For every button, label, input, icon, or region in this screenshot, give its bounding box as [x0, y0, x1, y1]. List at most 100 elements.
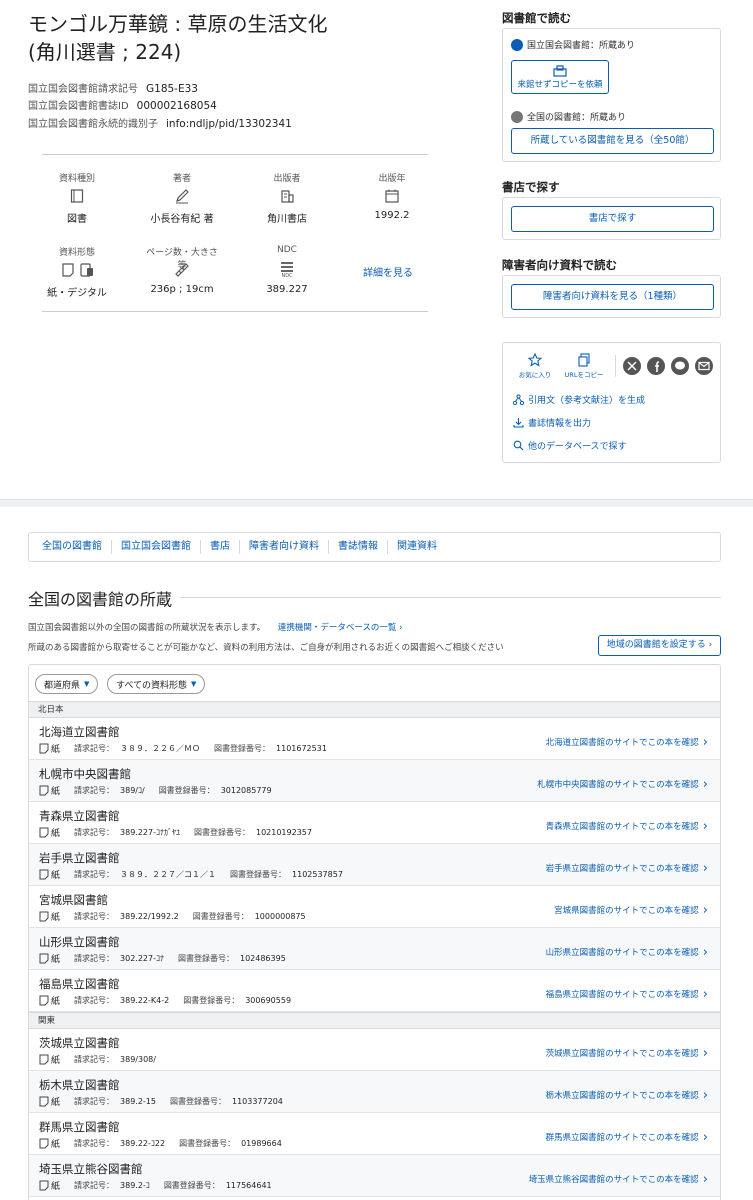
- paper-icon: [39, 743, 49, 754]
- holding-details: 紙 請求記号： 389/ｺ/図書登録番号： 3012085779: [39, 784, 272, 797]
- biblio-form: 資料形態 紙・デジタル: [37, 245, 117, 299]
- region-header: 北日本: [29, 701, 720, 718]
- holdings-list: 都道府県 ▼ すべての資料形態 ▼ 北日本 北海道立図書館紙請求記号： ３８９．２２６／…: [28, 664, 721, 1200]
- library-site-link[interactable]: 岩手県立図書館のサイトでこの本を確認: [546, 860, 708, 875]
- table-row: 宮城県図書館紙 請求記号： 389.22/1992.2 図書登録番号： 10000008…: [29, 886, 720, 928]
- tab-all-libraries[interactable]: 全国の図書館: [33, 540, 112, 554]
- detail-link[interactable]: 詳細を見る: [363, 264, 413, 279]
- table-row: 北海道立図書館紙 請求記号： ３８９．２２６／ＭＯ 図書登録番号： 1101672531…: [29, 718, 720, 760]
- biblio-ndc-value: 389.227: [266, 284, 308, 295]
- library-site-link[interactable]: 群馬県立図書館のサイトでこの本を確認: [546, 1129, 708, 1144]
- call-number: 389.22-ｺ22: [120, 1139, 166, 1148]
- section-tabs: 全国の図書館 国立国会図書館 書店 障害者向け資料 書誌情報 関連資料: [28, 532, 721, 562]
- registration-label: 図書登録番号：: [193, 828, 250, 837]
- material-type: 紙: [51, 955, 61, 965]
- title-main: モンゴル万華鏡 : 草原の生活文化: [28, 12, 328, 36]
- holding-details: 紙 請求記号： ３８９．２２７／コ１／１ 図書登録番号： 1102537857: [39, 868, 343, 881]
- meta-persistent-id: 国立国会図書館永続的識別子 info:ndljp/pid/13302341: [28, 115, 292, 130]
- meta-label: 国立国会図書館請求記号: [28, 84, 138, 95]
- facebook-share-icon[interactable]: [647, 357, 665, 375]
- biblio-form-label: 資料形態: [58, 248, 95, 258]
- tab-disability[interactable]: 障害者向け資料: [240, 540, 329, 554]
- prefecture-filter[interactable]: 都道府県 ▼: [35, 674, 99, 694]
- call-number: 389.2-15: [120, 1097, 156, 1106]
- library-site-link[interactable]: 青森県立図書館のサイトでこの本を確認: [546, 818, 708, 833]
- disability-materials-button[interactable]: 障害者向け資料を見る（1種類）: [511, 284, 714, 310]
- heading-rule: [180, 597, 721, 598]
- other-db-link[interactable]: 他のデータベースで探す: [513, 439, 627, 452]
- tab-bookstore[interactable]: 書店: [201, 540, 240, 554]
- call-number-label: 請求記号：: [74, 912, 115, 921]
- copy-url-button[interactable]: URLをコピー: [563, 353, 605, 379]
- call-number-label: 請求記号：: [74, 1181, 115, 1190]
- library-site-link[interactable]: 札幌市中央図書館のサイトでこの本を確認: [537, 776, 708, 791]
- library-site-link[interactable]: 福島県立図書館のサイトでこの本を確認: [546, 986, 708, 1001]
- registration-label: 図書登録番号：: [169, 1097, 226, 1106]
- tab-related[interactable]: 関連資料: [388, 540, 446, 554]
- material-type: 紙: [51, 829, 61, 839]
- table-row: 青森県立図書館紙 請求記号： 389.227-ｺﾅｶﾞﾔﾕ 図書登録番号： 102101…: [29, 802, 720, 844]
- pen-icon: [142, 185, 222, 207]
- set-region-button[interactable]: 地域の図書館を設定する ›: [598, 635, 721, 656]
- paper-icon: [39, 911, 49, 922]
- material-type-filter[interactable]: すべての資料形態 ▼: [107, 674, 206, 694]
- holding-details: 紙 請求記号： 389.227-ｺﾅｶﾞﾔﾕ 図書登録番号： 10210192357: [39, 826, 312, 839]
- tab-biblio[interactable]: 書誌情報: [329, 540, 388, 554]
- paper-icon: [39, 827, 49, 838]
- registration-number: 1000000875: [254, 912, 306, 921]
- material-type: 紙: [51, 745, 61, 755]
- registration-number: 01989664: [241, 1139, 282, 1148]
- caret-down-icon: ▼: [84, 680, 90, 688]
- meta-label: 国立国会図書館永続的識別子: [28, 119, 158, 130]
- library-name: 山形県立図書館: [39, 935, 120, 949]
- paper-icon: [61, 263, 74, 277]
- biblio-author-label: 著者: [172, 174, 191, 184]
- library-site-link[interactable]: 宮城県図書館のサイトでこの本を確認: [554, 902, 708, 917]
- line-share-icon[interactable]: [671, 357, 689, 375]
- all-libraries-button[interactable]: 所蔵している図書館を見る（全50館）: [511, 128, 714, 154]
- library-name: 福島県立図書館: [39, 977, 120, 991]
- call-number: ３８９．２２７／コ１／１: [120, 870, 217, 879]
- all-libraries-status-text: 全国の図書館：所蔵あり: [527, 113, 627, 123]
- registration-label: 図書登録番号：: [214, 744, 271, 753]
- copy-request-label: 来館せずコピーを依頼: [517, 80, 603, 90]
- cite-link-label: 引用文（参考文献注）を生成: [528, 396, 646, 406]
- ndl-status-text: 国立国会図書館：所蔵あり: [527, 41, 636, 51]
- library-name: 茨城県立図書館: [39, 1036, 120, 1050]
- meta-call-number: 国立国会図書館請求記号 G185-E33: [28, 80, 198, 95]
- favorite-button[interactable]: お気に入り: [517, 353, 553, 379]
- holdings-intro: 国立国会図書館以外の全国の図書館の所蔵状況を表示します。 連携機関・データベース…: [28, 621, 403, 633]
- tab-ndl[interactable]: 国立国会図書館: [112, 540, 201, 554]
- cite-link[interactable]: 引用文（参考文献注）を生成: [513, 393, 645, 406]
- library-site-link[interactable]: 山形県立図書館のサイトでこの本を確認: [546, 944, 708, 959]
- registration-number: 102486395: [239, 954, 286, 963]
- biblio-type-value: 図書: [67, 214, 87, 225]
- page-title: モンゴル万華鏡 : 草原の生活文化 (角川選書 ; 224): [28, 10, 468, 66]
- biblio-publisher-label: 出版者: [273, 174, 301, 184]
- library-site-link[interactable]: 茨城県立図書館のサイトでこの本を確認: [546, 1045, 708, 1060]
- library-name: 青森県立図書館: [39, 809, 120, 823]
- call-number-label: 請求記号：: [74, 1097, 115, 1106]
- copy-machine-icon: [553, 65, 567, 77]
- meta-value: G185-E33: [146, 83, 198, 95]
- meta-value: info:ndljp/pid/13302341: [166, 118, 292, 130]
- x-share-icon[interactable]: [623, 357, 641, 375]
- biblio-author: 著者 小長谷有紀 著: [142, 171, 222, 225]
- registration-number: 117564641: [225, 1181, 272, 1190]
- copy-request-button[interactable]: 来館せずコピーを依頼: [511, 60, 609, 94]
- export-link[interactable]: 書誌情報を出力: [513, 416, 591, 429]
- biblio-year-label: 出版年: [378, 174, 406, 184]
- table-row: 福島県立図書館紙 請求記号： 389.22-K4-2 図書登録番号： 300690559…: [29, 970, 720, 1012]
- library-site-link[interactable]: 栃木県立図書館のサイトでこの本を確認: [546, 1087, 708, 1102]
- library-site-link[interactable]: 埼玉県立熊谷図書館のサイトでこの本を確認: [529, 1171, 708, 1186]
- registration-label: 図書登録番号：: [192, 912, 249, 921]
- biblio-year-value: 1992.2: [374, 210, 410, 221]
- paper-icon: [39, 869, 49, 880]
- partner-list-label: 連携機関・データベースの一覧: [277, 623, 397, 633]
- mail-share-icon[interactable]: [695, 357, 713, 375]
- partner-list-link[interactable]: 連携機関・データベースの一覧 ›: [278, 623, 403, 633]
- calendar-icon: [352, 185, 432, 207]
- store-search-button[interactable]: 書店で探す: [511, 206, 714, 232]
- library-site-link[interactable]: 北海道立図書館のサイトでこの本を確認: [546, 734, 708, 749]
- library-name: 栃木県立図書館: [39, 1078, 120, 1092]
